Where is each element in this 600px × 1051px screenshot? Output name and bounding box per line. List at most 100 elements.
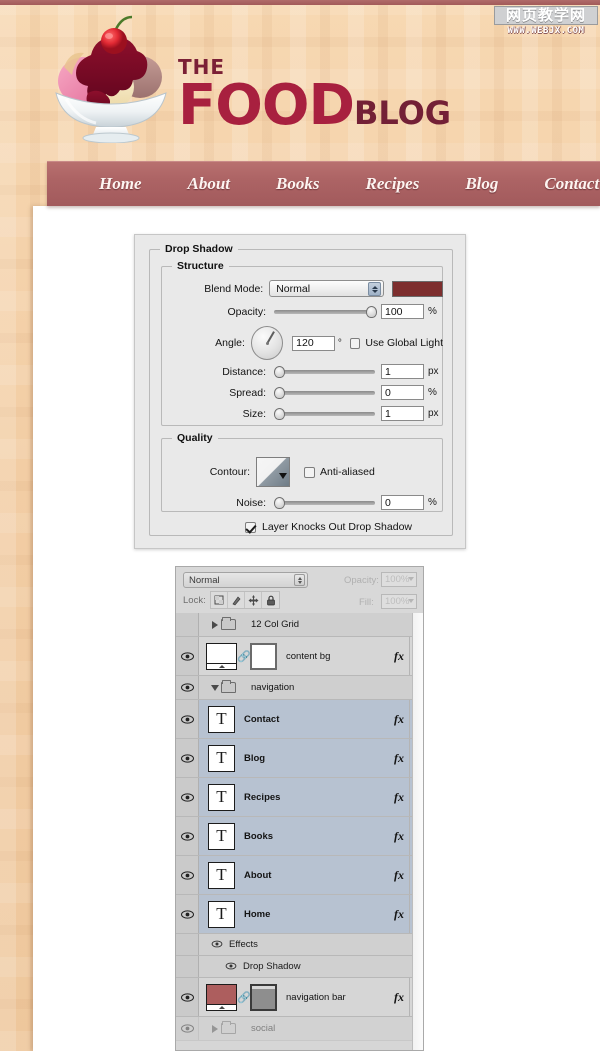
visibility-toggle-drop-shadow[interactable] xyxy=(225,962,237,972)
size-slider-knob[interactable] xyxy=(274,407,285,420)
layer-effects-icon[interactable]: fx xyxy=(389,990,409,1005)
layers-opacity-input[interactable]: 100% xyxy=(381,572,417,587)
layer-mask-thumbnail[interactable] xyxy=(250,983,277,1011)
visibility-toggle-content-bg[interactable] xyxy=(176,637,199,675)
spread-input[interactable]: 0 xyxy=(381,385,424,400)
blend-mode-select[interactable]: Normal xyxy=(269,280,385,297)
fill-input[interactable]: 100% xyxy=(381,594,417,609)
layer-knockout-row: Layer Knocks Out Drop Shadow xyxy=(245,521,412,533)
noise-slider[interactable] xyxy=(274,496,375,509)
nav-item-contact[interactable]: Contact xyxy=(544,174,599,194)
layer-row-blog[interactable]: T Blog fx xyxy=(176,739,423,778)
layer-knockout-checkbox[interactable] xyxy=(245,521,256,533)
layer-row-content-bg[interactable]: 🔗 content bg fx xyxy=(176,637,423,676)
angle-input[interactable]: 120 xyxy=(292,335,335,351)
spread-label: Spread: xyxy=(229,386,266,399)
visibility-toggle-blog[interactable] xyxy=(176,739,199,777)
site-watermark: 网页教学网 WWW.WEBJX.COM xyxy=(494,6,598,36)
layer-row-recipes[interactable]: T Recipes fx xyxy=(176,778,423,817)
layer-row-social-group[interactable]: social xyxy=(176,1017,423,1041)
layer-blend-mode-select[interactable]: Normal xyxy=(183,572,308,588)
text-layer-thumbnail[interactable]: T xyxy=(208,861,235,889)
layer-effects-icon[interactable]: fx xyxy=(389,790,409,805)
disclosure-triangle-navigation[interactable] xyxy=(208,684,221,691)
layer-row-navigation-group[interactable]: navigation xyxy=(176,676,423,700)
visibility-toggle-books[interactable] xyxy=(176,817,199,855)
lock-paint-icon[interactable] xyxy=(228,592,245,608)
layer-effects-icon[interactable]: fx xyxy=(389,829,409,844)
layer-effects-icon[interactable]: fx xyxy=(389,751,409,766)
layers-panel-scrollbar[interactable] xyxy=(412,613,423,1050)
opacity-slider[interactable] xyxy=(274,305,377,318)
layer-row-12-col-grid[interactable]: 12 Col Grid xyxy=(176,613,423,637)
contour-row: Contour: Anti-aliased xyxy=(161,457,443,487)
nav-item-books[interactable]: Books xyxy=(276,174,319,194)
text-layer-thumbnail[interactable]: T xyxy=(208,783,235,811)
anti-aliased-checkbox[interactable] xyxy=(304,466,315,478)
text-layer-thumbnail[interactable]: T xyxy=(208,900,235,928)
visibility-toggle-recipes[interactable] xyxy=(176,778,199,816)
layer-effects-icon[interactable]: fx xyxy=(389,649,409,664)
distance-input[interactable]: 1 xyxy=(381,364,424,379)
visibility-toggle-about[interactable] xyxy=(176,856,199,894)
blend-mode-stepper-icon[interactable] xyxy=(368,282,382,296)
layer-row-books[interactable]: T Books fx xyxy=(176,817,423,856)
blend-mode-label: Blend Mode: xyxy=(204,282,264,295)
text-layer-thumbnail[interactable]: T xyxy=(208,822,235,850)
nav-item-home[interactable]: Home xyxy=(99,174,142,194)
opacity-slider-knob[interactable] xyxy=(366,305,377,318)
contour-dropdown-arrow-icon[interactable] xyxy=(279,473,287,479)
layer-name: Books xyxy=(244,830,274,842)
visibility-toggle-navigation[interactable] xyxy=(176,676,199,699)
distance-slider[interactable] xyxy=(274,365,375,378)
link-mask-icon[interactable]: 🔗 xyxy=(237,650,251,663)
lock-transparency-icon[interactable] xyxy=(211,592,228,608)
folder-icon xyxy=(221,680,236,693)
use-global-light-checkbox[interactable] xyxy=(349,337,361,349)
disclosure-triangle-12-col-grid[interactable] xyxy=(208,620,221,629)
visibility-toggle-12-col-grid[interactable] xyxy=(176,613,199,636)
layer-row-drop-shadow-effect[interactable]: Drop Shadow xyxy=(176,956,423,978)
visibility-toggle-social[interactable] xyxy=(176,1017,199,1040)
visibility-toggle-effects[interactable] xyxy=(211,940,223,950)
size-input[interactable]: 1 xyxy=(381,406,424,421)
fill-arrow-icon[interactable] xyxy=(408,599,414,603)
layer-effects-icon[interactable]: fx xyxy=(389,712,409,727)
noise-slider-knob[interactable] xyxy=(274,496,285,509)
layer-row-home[interactable]: T Home fx xyxy=(176,895,423,934)
opacity-input[interactable]: 100 xyxy=(381,304,424,319)
layer-thumbnail[interactable] xyxy=(206,983,237,1011)
link-mask-icon[interactable]: 🔗 xyxy=(237,991,251,1004)
nav-item-about[interactable]: About xyxy=(188,174,231,194)
shadow-color-swatch[interactable] xyxy=(392,280,443,297)
layer-effects-icon[interactable]: fx xyxy=(389,907,409,922)
angle-dial[interactable] xyxy=(250,326,284,360)
drop-shadow-effect-label: Drop Shadow xyxy=(243,961,301,972)
layer-effects-icon[interactable]: fx xyxy=(389,868,409,883)
visibility-toggle-navigation-bar[interactable] xyxy=(176,978,199,1016)
noise-input[interactable]: 0 xyxy=(381,495,424,510)
nav-item-blog[interactable]: Blog xyxy=(465,174,498,194)
layer-mask-thumbnail[interactable] xyxy=(250,642,277,670)
size-slider[interactable] xyxy=(274,407,375,420)
layer-row-navigation-bar[interactable]: 🔗 navigation bar fx xyxy=(176,978,423,1017)
layer-row-contact[interactable]: T Contact fx xyxy=(176,700,423,739)
spread-slider-knob[interactable] xyxy=(274,386,285,399)
disclosure-triangle-social[interactable] xyxy=(208,1024,221,1033)
lock-button-group xyxy=(210,591,280,609)
layer-row-effects[interactable]: Effects xyxy=(176,934,423,956)
layer-blend-mode-stepper-icon[interactable] xyxy=(294,574,305,586)
layer-thumbnail[interactable] xyxy=(206,642,237,670)
spread-slider[interactable] xyxy=(274,386,375,399)
text-layer-thumbnail[interactable]: T xyxy=(208,744,235,772)
layer-row-about[interactable]: T About fx xyxy=(176,856,423,895)
distance-slider-knob[interactable] xyxy=(274,365,285,378)
contour-preset-picker[interactable] xyxy=(256,457,290,487)
visibility-toggle-contact[interactable] xyxy=(176,700,199,738)
layers-opacity-arrow-icon[interactable] xyxy=(408,577,414,581)
lock-all-icon[interactable] xyxy=(262,592,279,608)
lock-position-icon[interactable] xyxy=(245,592,262,608)
nav-item-recipes[interactable]: Recipes xyxy=(366,174,420,194)
text-layer-thumbnail[interactable]: T xyxy=(208,705,235,733)
visibility-toggle-home[interactable] xyxy=(176,895,199,933)
